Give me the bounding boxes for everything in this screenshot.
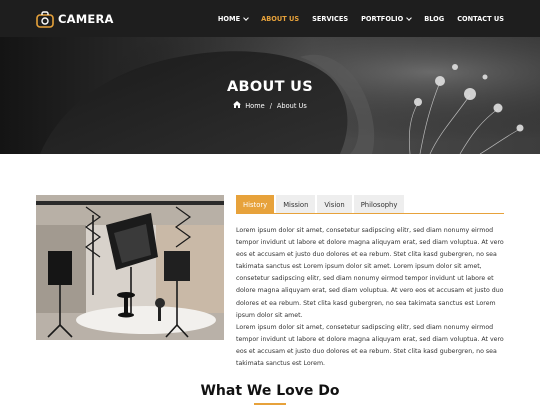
brand-logo[interactable]: CAMERA [36, 10, 114, 28]
section-title-underline [254, 403, 286, 405]
nav-portfolio[interactable]: PORTFOLIO [361, 14, 413, 23]
tab-mission[interactable]: Mission [276, 195, 316, 214]
page-hero-banner: ABOUT US Home / About Us [0, 37, 540, 154]
tab-paragraph: Lorem ipsum dolor sit amet, consetetur s… [236, 227, 504, 319]
tab-philosophy[interactable]: Philosophy [353, 195, 405, 214]
tab-history[interactable]: History [236, 195, 275, 214]
hero-background-image [0, 37, 540, 154]
nav-about-us[interactable]: ABOUT US [261, 15, 299, 23]
tab-paragraph: Lorem ipsum dolor sit amet, consetetur s… [236, 323, 504, 368]
breadcrumb: Home / About Us [0, 101, 540, 110]
nav-contact-us[interactable]: CONTACT US [457, 15, 504, 23]
nav-blog[interactable]: BLOG [424, 15, 444, 23]
page-title: ABOUT US [227, 79, 313, 95]
nav-home[interactable]: HOME [218, 14, 249, 23]
tab-divider [236, 213, 504, 214]
breadcrumb-separator: / [269, 101, 272, 110]
chevron-down-icon [406, 14, 413, 21]
main-nav: HOME ABOUT US SERVICES PORTFOLIO BLOG CO… [205, 0, 504, 37]
breadcrumb-home-link[interactable]: Home [245, 102, 264, 110]
camera-bag-icon [36, 10, 54, 28]
top-navbar: CAMERA HOME ABOUT US SERVICES PORTFOLIO … [0, 0, 540, 37]
section-title: What We Love Do [200, 383, 340, 399]
tab-content-history: Lorem ipsum dolor sit amet, consetetur s… [236, 225, 506, 370]
studio-photo [36, 195, 224, 340]
chevron-down-icon [243, 14, 249, 21]
brand-name: CAMERA [58, 12, 114, 26]
breadcrumb-current: About Us [276, 101, 307, 110]
nav-services[interactable]: SERVICES [312, 15, 348, 23]
about-tabs: History Mission Vision Philosophy [236, 195, 405, 214]
home-icon[interactable] [233, 101, 242, 110]
tab-vision[interactable]: Vision [317, 195, 352, 214]
